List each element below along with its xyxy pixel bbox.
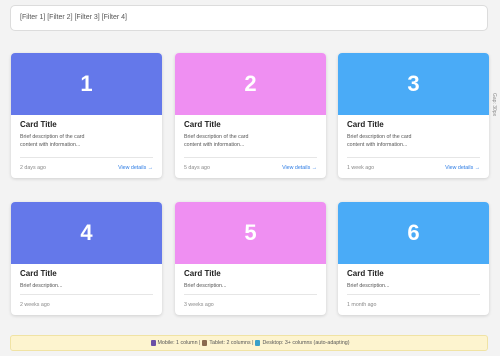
mobile-phone-icon xyxy=(150,340,156,346)
card-timestamp: 2 weeks ago xyxy=(20,302,50,308)
card-image: 1 xyxy=(11,53,162,115)
card-timestamp: 1 month ago xyxy=(347,302,377,308)
filter-bar[interactable]: [Filter 1] [Filter 2] [Filter 3] [Filter… xyxy=(10,5,488,31)
view-details-link[interactable]: View details → xyxy=(445,165,480,171)
card-1[interactable]: 1 Card Title Brief description of the card… xyxy=(11,53,162,178)
info-mobile: Mobile: 1 column | xyxy=(157,340,201,346)
card-body: Card Title Brief description of the card … xyxy=(11,115,162,149)
info-bar: Mobile: 1 column | Tablet: 2 columns | D… xyxy=(10,335,488,351)
card-body: Card Title Brief description of the card … xyxy=(175,115,326,149)
card-image: 3 xyxy=(338,53,489,115)
card-footer: 2 weeks ago xyxy=(20,294,153,315)
card-body: Card Title Brief description... xyxy=(338,264,489,290)
card-title: Card Title xyxy=(347,269,384,278)
card-6[interactable]: 6 Card Title Brief description... 1 month a… xyxy=(338,202,489,315)
card-body: Card Title Brief description... xyxy=(11,264,162,290)
gap-label: Gap: 30px xyxy=(491,93,497,117)
card-image: 2 xyxy=(175,53,326,115)
card-4[interactable]: 4 Card Title Brief description... 2 weeks a… xyxy=(11,202,162,315)
card-description: Brief description... xyxy=(20,283,63,289)
info-desktop: Desktop: 3+ columns (auto-adapting) xyxy=(262,340,350,346)
card-footer: 3 weeks ago xyxy=(184,294,317,315)
card-2[interactable]: 2 Card Title Brief description of the card… xyxy=(175,53,326,178)
card-image: 5 xyxy=(175,202,326,264)
card-description: Brief description... xyxy=(347,283,390,289)
view-details-link[interactable]: View details → xyxy=(282,165,317,171)
card-body: Card Title Brief description... xyxy=(175,264,326,290)
card-title: Card Title xyxy=(184,120,221,129)
card-timestamp: 3 weeks ago xyxy=(184,302,214,308)
card-description: Brief description... xyxy=(184,283,227,289)
card-footer: 5 days ago View details → xyxy=(184,157,317,178)
card-timestamp: 2 days ago xyxy=(20,165,46,171)
view-details-link[interactable]: View details → xyxy=(118,165,153,171)
card-footer: 1 week ago View details → xyxy=(347,157,480,178)
card-body: Card Title Brief description of the card … xyxy=(338,115,489,149)
card-description: Brief description of the card content wi… xyxy=(20,134,85,148)
card-image: 4 xyxy=(11,202,162,264)
card-5[interactable]: 5 Card Title Brief description... 3 weeks a… xyxy=(175,202,326,315)
card-3[interactable]: 3 Card Title Brief description of the card… xyxy=(338,53,489,178)
card-footer: 2 days ago View details → xyxy=(20,157,153,178)
card-timestamp: 5 days ago xyxy=(184,165,210,171)
tablet-icon xyxy=(202,340,208,346)
card-title: Card Title xyxy=(20,269,57,278)
card-title: Card Title xyxy=(347,120,384,129)
card-title: Card Title xyxy=(20,120,57,129)
card-timestamp: 1 week ago xyxy=(347,165,375,171)
desktop-monitor-icon xyxy=(255,340,261,346)
card-title: Card Title xyxy=(184,269,221,278)
card-footer: 1 month ago xyxy=(347,294,480,315)
card-description: Brief description of the card content wi… xyxy=(347,134,412,148)
info-tablet: Tablet: 2 columns | xyxy=(209,340,254,346)
card-image: 6 xyxy=(338,202,489,264)
card-description: Brief description of the card content wi… xyxy=(184,134,249,148)
